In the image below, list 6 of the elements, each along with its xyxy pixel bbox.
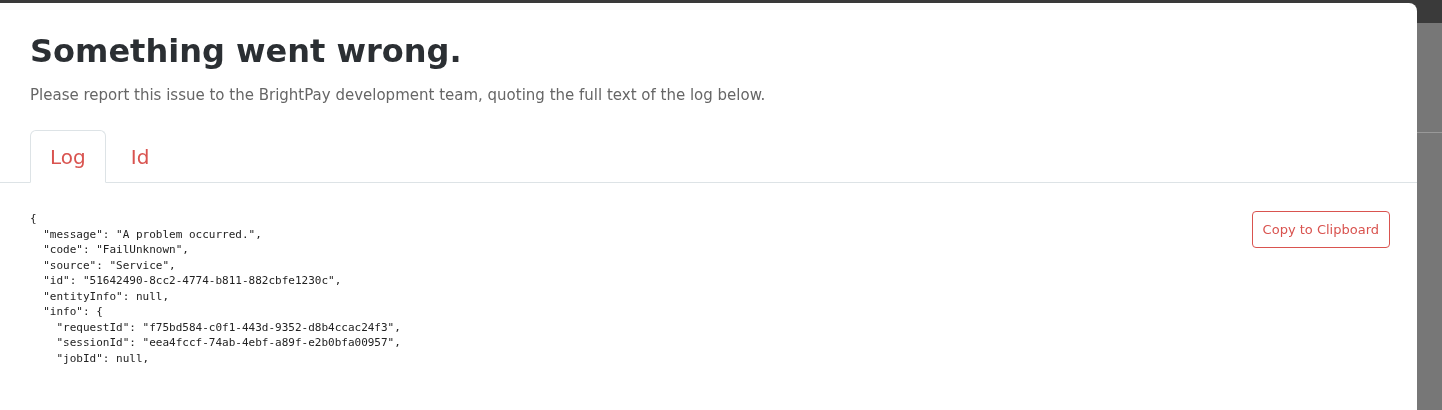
dialog-title: Something went wrong.	[30, 31, 463, 71]
tab[interactable]: Id	[105, 130, 175, 183]
log-text: { "message": "A problem occurred.", "code": "FailUnknown", "source": "Service", "id": "51642490-8cc2-4774-b811-882cbfe1230c", "entityInfo": null, "info": { "requestId": "f75bd584-c0f1-443d-9352-d8b4ccac24f3", "sessionId": "eea4fccf-74ab-4ebf-a89f-e2b0bfa00957", "jobId": null,	[30, 211, 401, 366]
dialog-message: Please report this issue to the BrightPay development team, quoting the full text of the log below.	[30, 85, 767, 105]
copy-to-clipboard-button[interactable]: Copy to Clipboard	[1251, 211, 1390, 248]
tab[interactable]: Log	[30, 130, 106, 183]
